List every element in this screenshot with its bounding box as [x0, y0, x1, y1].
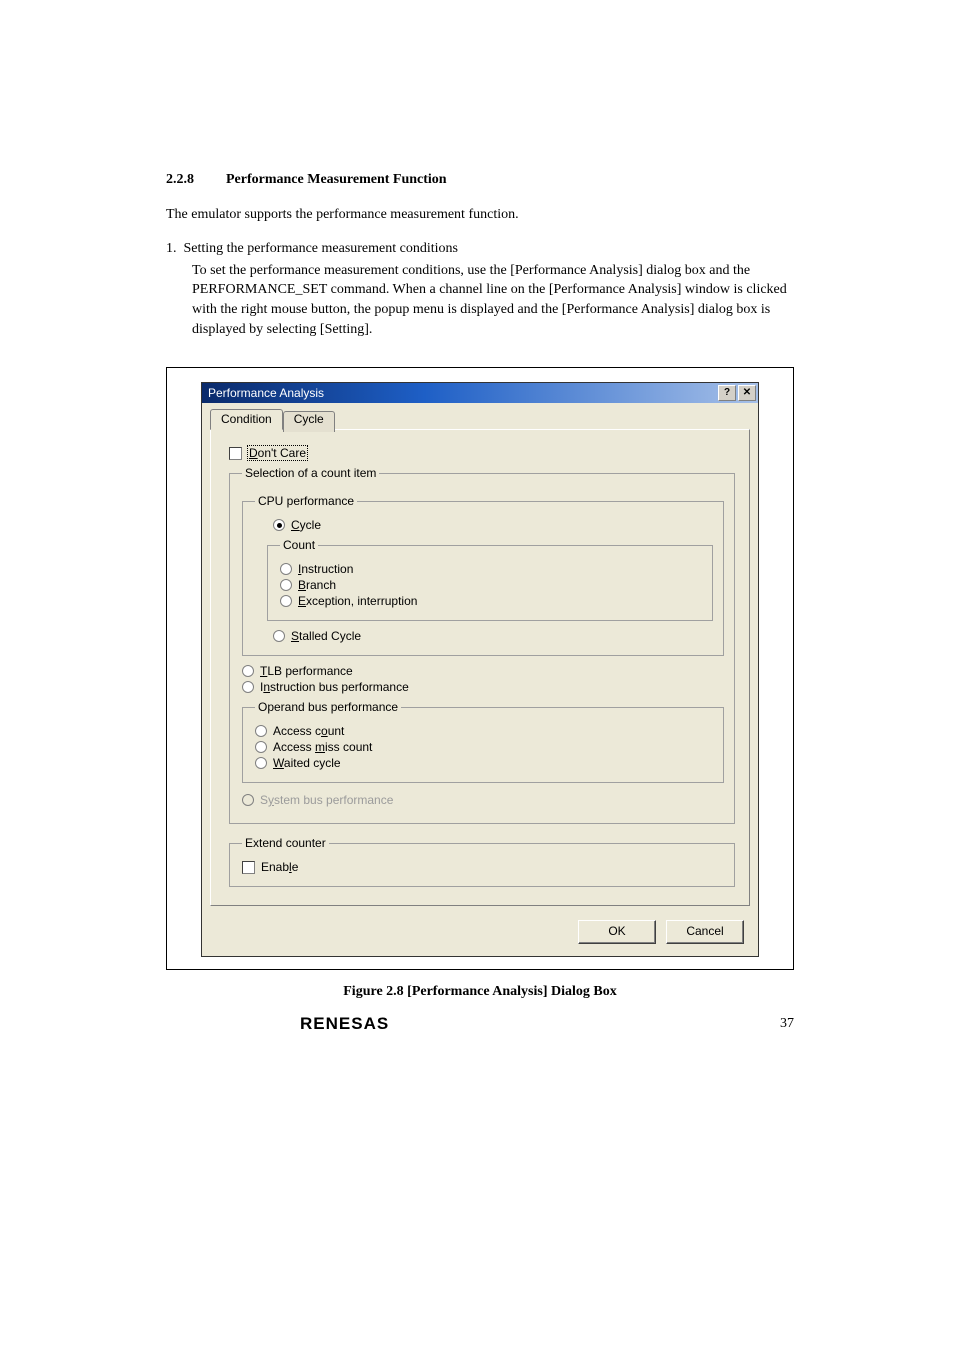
radio-instruction-bus[interactable]: Instruction bus performance	[242, 680, 724, 694]
radio-branch[interactable]: Branch	[280, 578, 702, 592]
group-operand-legend: Operand bus performance	[255, 700, 401, 714]
radio-access-count[interactable]: Access count	[255, 724, 713, 738]
radio-stalled-cycle[interactable]: Stalled Cycle	[273, 629, 713, 643]
radio-access-count-label: Access count	[273, 724, 344, 738]
radio-circle-icon	[242, 794, 254, 806]
radio-circle-icon	[273, 630, 285, 642]
list-body: To set the performance measurement condi…	[192, 261, 794, 339]
radio-access-miss[interactable]: Access miss count	[255, 740, 713, 754]
radio-access-miss-label: Access miss count	[273, 740, 372, 754]
radio-circle-icon	[280, 595, 292, 607]
list-number: 1.	[166, 241, 177, 256]
group-count-legend: Count	[280, 538, 318, 552]
radio-branch-label: Branch	[298, 578, 336, 592]
group-extend-counter: Extend counter Enable	[229, 836, 735, 887]
checkbox-box-icon	[242, 861, 255, 874]
radio-cycle-label: Cycle	[291, 518, 321, 532]
section-title: Performance Measurement Function	[226, 172, 447, 187]
radio-tlb-performance[interactable]: TLB performance	[242, 664, 724, 678]
section-heading: 2.2.8 Performance Measurement Function	[166, 170, 794, 188]
checkbox-box-icon	[229, 447, 242, 460]
group-selection-legend: Selection of a count item	[242, 466, 379, 480]
group-extend-legend: Extend counter	[242, 836, 329, 850]
radio-instruction-label: Instruction	[298, 562, 353, 576]
group-count: Count Instruction Branch	[267, 538, 713, 621]
cancel-button[interactable]: Cancel	[666, 920, 744, 944]
radio-circle-icon	[280, 563, 292, 575]
radio-cycle[interactable]: Cycle	[273, 518, 713, 532]
tab-cycle[interactable]: Cycle	[283, 411, 335, 432]
group-cpu-legend: CPU performance	[255, 494, 357, 508]
enable-checkbox[interactable]: Enable	[242, 860, 724, 874]
renesas-logo: RENESAS	[300, 1014, 389, 1034]
radio-system-bus: System bus performance	[242, 793, 724, 807]
radio-circle-icon	[273, 519, 285, 531]
figure-container: Performance Analysis ? ✕ Condition Cycle…	[166, 367, 794, 970]
page-footer: RENESAS 37	[0, 1014, 954, 1034]
radio-circle-icon	[255, 757, 267, 769]
tab-condition[interactable]: Condition	[210, 409, 283, 430]
dialog-titlebar: Performance Analysis ? ✕	[202, 383, 758, 403]
dont-care-label: Don't Care	[248, 446, 307, 460]
radio-system-bus-label: System bus performance	[260, 793, 393, 807]
radio-instr-bus-label: Instruction bus performance	[260, 680, 409, 694]
tab-panel-condition: Don't Care Selection of a count item CPU…	[210, 429, 750, 906]
list-item-1: 1. Setting the performance measurement c…	[166, 241, 794, 257]
radio-exception[interactable]: Exception, interruption	[280, 594, 702, 608]
radio-circle-icon	[280, 579, 292, 591]
section-number: 2.2.8	[166, 172, 222, 188]
radio-circle-icon	[242, 681, 254, 693]
ok-button[interactable]: OK	[578, 920, 656, 944]
dialog-body: Condition Cycle Don't Care Selection of …	[202, 403, 758, 956]
enable-label: Enable	[261, 860, 298, 874]
list-head: Setting the performance measurement cond…	[184, 241, 458, 256]
close-button[interactable]: ✕	[738, 385, 756, 401]
help-button[interactable]: ?	[718, 385, 736, 401]
page-number: 37	[780, 1016, 794, 1032]
radio-stalled-label: Stalled Cycle	[291, 629, 361, 643]
radio-circle-icon	[255, 741, 267, 753]
radio-dot-icon	[277, 523, 282, 528]
group-selection-of-count-item: Selection of a count item CPU performanc…	[229, 466, 735, 824]
radio-waited-label: Waited cycle	[273, 756, 341, 770]
radio-waited-cycle[interactable]: Waited cycle	[255, 756, 713, 770]
dont-care-checkbox[interactable]: Don't Care	[229, 446, 735, 460]
radio-tlb-label: TLB performance	[260, 664, 353, 678]
figure-caption: Figure 2.8 [Performance Analysis] Dialog…	[166, 984, 794, 1000]
group-operand-bus: Operand bus performance Access count Acc…	[242, 700, 724, 783]
radio-circle-icon	[242, 665, 254, 677]
body-paragraph-1: The emulator supports the performance me…	[166, 206, 794, 225]
radio-circle-icon	[255, 725, 267, 737]
group-cpu-performance: CPU performance Cycle Count Instruction	[242, 494, 724, 656]
radio-instruction[interactable]: Instruction	[280, 562, 702, 576]
tab-strip: Condition Cycle	[210, 409, 750, 430]
performance-analysis-dialog: Performance Analysis ? ✕ Condition Cycle…	[201, 382, 759, 957]
radio-exception-label: Exception, interruption	[298, 594, 417, 608]
dialog-title: Performance Analysis	[208, 386, 324, 400]
